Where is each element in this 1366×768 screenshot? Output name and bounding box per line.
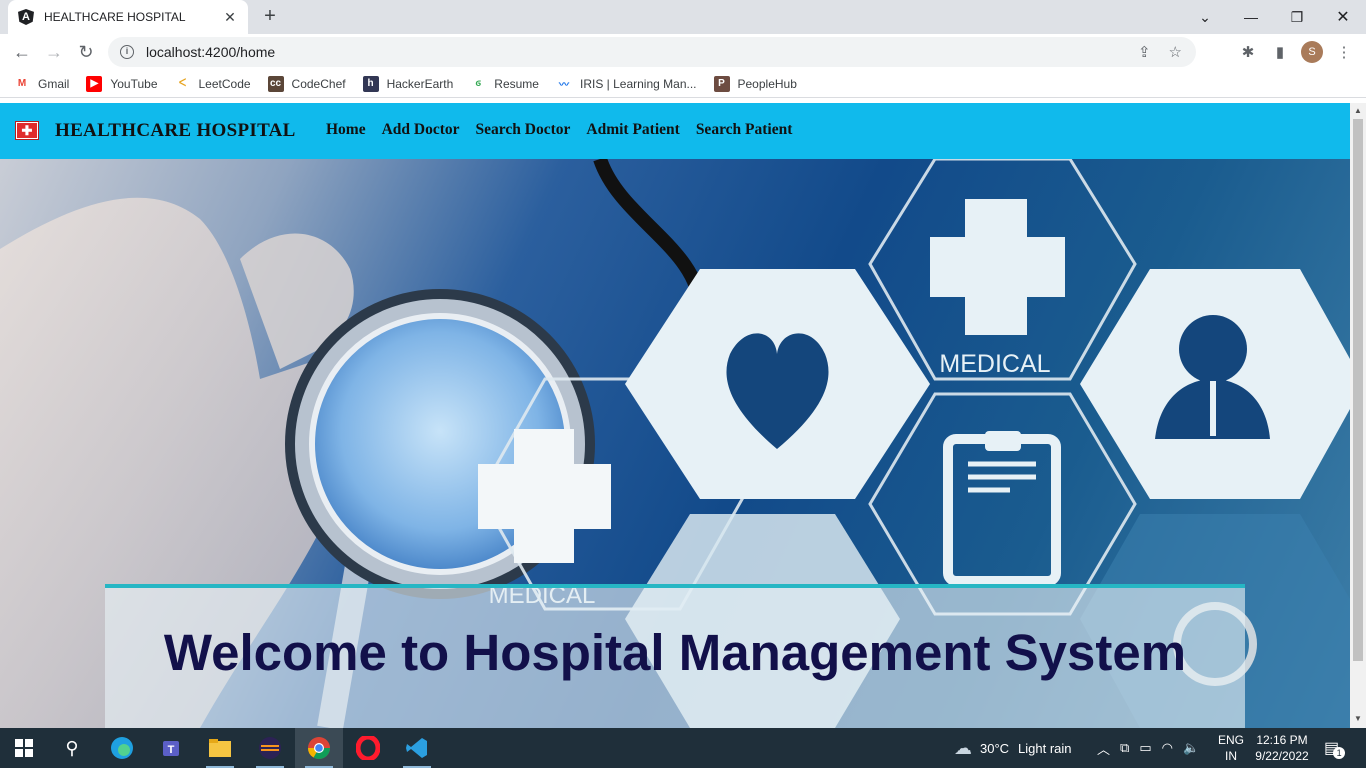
back-icon[interactable]: ←: [8, 38, 36, 66]
browser-tab[interactable]: A HEALTHCARE HOSPITAL ✕: [8, 0, 248, 34]
bookmark-label: HackerEarth: [386, 76, 454, 91]
peoplehub-icon: P: [713, 75, 730, 92]
search-icon[interactable]: ⚲: [48, 728, 96, 768]
bookmark-youtube[interactable]: ▶ YouTube: [86, 75, 158, 92]
nav-link-add-doctor[interactable]: Add Doctor: [382, 121, 460, 139]
browser-toolbar: ← → ↻ i localhost:4200/home ⇪ ☆ ✱ ▮ ⋮: [0, 34, 1366, 70]
bookmark-label: Resume: [494, 76, 539, 91]
weather-widget[interactable]: ☁ 30°C Light rain: [954, 728, 1072, 768]
windows-taskbar: ⚲ T ☁ 30°C Light rain ︿ ⧉ ▭ ◠ 🔈 ENG IN 1…: [0, 728, 1366, 768]
share-icon[interactable]: ⇪: [1138, 43, 1151, 61]
gmail-icon: M: [14, 75, 30, 92]
language-bottom: IN: [1225, 749, 1237, 763]
minimize-button[interactable]: —: [1228, 0, 1274, 34]
bookmark-label: CodeChef: [291, 76, 346, 91]
volume-icon[interactable]: 🔈: [1183, 740, 1199, 756]
iris-icon: 〰: [555, 75, 572, 92]
site-navbar: ✚ HEALTHCARE HOSPITAL Home Add Doctor Sear…: [0, 103, 1350, 159]
brand-title[interactable]: HEALTHCARE HOSPITAL: [55, 120, 296, 142]
medical-label-top: MEDICAL: [939, 350, 1050, 378]
welcome-heading: Welcome to Hospital Management System: [163, 624, 1187, 681]
welcome-panel: Welcome to Hospital Management System: [105, 584, 1245, 728]
clock[interactable]: 12:16 PM 9/22/2022: [1252, 728, 1312, 768]
language-top: ENG: [1218, 733, 1245, 747]
url-text[interactable]: localhost:4200/home: [146, 44, 275, 60]
leetcode-icon: ᐸ: [174, 75, 191, 92]
nav-link-admit-patient[interactable]: Admit Patient: [586, 121, 679, 139]
bookmark-label: YouTube: [110, 76, 158, 91]
tab-close-icon[interactable]: ✕: [222, 9, 238, 26]
clipboard-icon: [943, 434, 1061, 586]
file-explorer-icon[interactable]: [196, 728, 244, 768]
clock-date: 9/22/2022: [1255, 749, 1309, 763]
menu-icon[interactable]: ⋮: [1330, 38, 1358, 66]
bookmark-hackerearth[interactable]: h HackerEarth: [362, 75, 454, 92]
weather-desc: Light rain: [1018, 740, 1072, 756]
scroll-down-icon[interactable]: ▼: [1354, 714, 1362, 723]
bookmark-codechef[interactable]: cc CodeChef: [267, 75, 346, 92]
profile-avatar[interactable]: S: [1301, 41, 1323, 63]
bookmark-label: IRIS | Learning Man...: [579, 76, 697, 91]
nav-links: Home Add Doctor Search Doctor Admit Patient…: [326, 121, 792, 139]
nav-link-search-patient[interactable]: Search Patient: [696, 121, 793, 139]
bookmark-label: Gmail: [38, 76, 70, 91]
page-viewport: ✚ HEALTHCARE HOSPITAL Home Add Doctor Sear…: [0, 103, 1350, 728]
bookmark-label: PeopleHub: [737, 76, 797, 91]
hero-banner: MEDICAL MEDICAL Welcome to Hospital Mana…: [0, 159, 1350, 728]
language-indicator[interactable]: ENG IN: [1218, 728, 1244, 768]
side-panel-icon[interactable]: ▮: [1266, 38, 1294, 66]
resume-icon: ϭ: [470, 75, 487, 92]
scroll-up-icon[interactable]: ▲: [1354, 106, 1362, 115]
windows-start-icon[interactable]: [0, 728, 48, 768]
nav-link-home[interactable]: Home: [326, 121, 366, 139]
forward-icon[interactable]: →: [40, 38, 68, 66]
tab-title: HEALTHCARE HOSPITAL: [44, 10, 186, 24]
system-tray: ︿ ⧉ ▭ ◠ 🔈: [1097, 728, 1199, 768]
site-info-icon[interactable]: i: [120, 45, 134, 59]
bookmark-iris-learning-man[interactable]: 〰 IRIS | Learning Man...: [555, 75, 697, 92]
tab-search-icon[interactable]: ⌄: [1182, 0, 1228, 34]
hackerearth-icon: h: [362, 75, 379, 92]
meet-now-icon[interactable]: ⧉: [1120, 740, 1129, 756]
clock-time: 12:16 PM: [1256, 733, 1308, 747]
restore-button[interactable]: ❐: [1274, 0, 1320, 34]
eclipse-icon[interactable]: [246, 728, 294, 768]
page-scrollbar[interactable]: ▲ ▼: [1350, 103, 1366, 728]
chevron-up-icon[interactable]: ︿: [1097, 739, 1110, 758]
stethoscope-tube: [593, 159, 707, 310]
scrollbar-thumb[interactable]: [1353, 119, 1363, 661]
tab-strip: A HEALTHCARE HOSPITAL ✕ + ⌄ — ❐ ✕: [0, 0, 1366, 34]
nav-link-search-doctor[interactable]: Search Doctor: [476, 121, 571, 139]
reload-icon[interactable]: ↻: [72, 38, 100, 66]
wifi-icon[interactable]: ◠: [1162, 740, 1173, 756]
battery-icon[interactable]: ▭: [1139, 740, 1151, 756]
weather-temp: 30°C: [980, 740, 1010, 756]
hospital-logo-icon[interactable]: ✚: [15, 121, 39, 140]
vscode-icon[interactable]: [393, 728, 441, 768]
close-window-button[interactable]: ✕: [1320, 0, 1366, 34]
chrome-icon[interactable]: [295, 728, 343, 768]
address-bar[interactable]: i localhost:4200/home ⇪ ☆: [108, 37, 1196, 67]
svg-text:T: T: [168, 744, 175, 756]
bookmark-label: LeetCode: [198, 76, 251, 91]
bookmark-leetcode[interactable]: ᐸ LeetCode: [174, 75, 251, 92]
bookmark-gmail[interactable]: M Gmail: [14, 75, 70, 92]
bookmark-star-icon[interactable]: ☆: [1169, 43, 1182, 61]
bookmark-peoplehub[interactable]: P PeopleHub: [713, 75, 797, 92]
bookmark-resume[interactable]: ϭ Resume: [470, 75, 539, 92]
cross-icon-top: [930, 199, 1065, 335]
opera-icon[interactable]: [344, 728, 392, 768]
bookmarks-bar: M Gmail ▶ YouTube ᐸ LeetCode cc CodeChef h Hacker…: [0, 70, 1366, 98]
notification-count: 1: [1333, 747, 1346, 759]
angular-favicon-icon: A: [18, 9, 34, 25]
codechef-icon: cc: [267, 75, 284, 92]
notification-center-icon[interactable]: ▤ 1: [1324, 728, 1351, 768]
edge-icon[interactable]: [98, 728, 146, 768]
youtube-icon: ▶: [86, 75, 103, 92]
cloud-rain-icon: ☁: [954, 737, 972, 758]
teams-icon[interactable]: T: [148, 728, 196, 768]
new-tab-button[interactable]: +: [258, 4, 282, 28]
extensions-icon[interactable]: ✱: [1234, 38, 1262, 66]
